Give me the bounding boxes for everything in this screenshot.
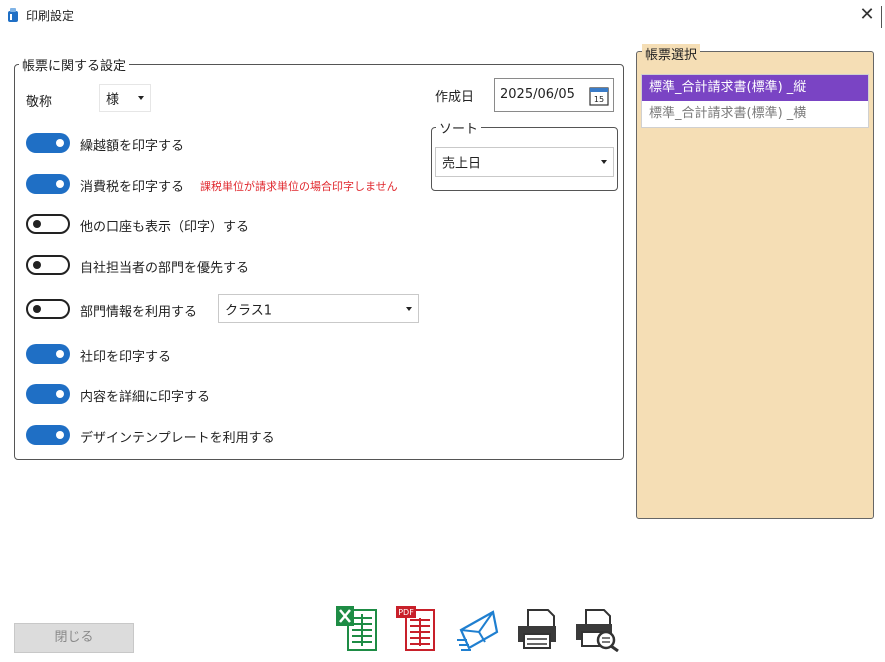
sort-value: 売上日	[442, 156, 482, 172]
chevron-down-icon	[138, 96, 144, 100]
chevron-down-icon	[601, 160, 607, 164]
close-icon[interactable]: ✕	[855, 3, 879, 27]
toggle-carryover[interactable]	[26, 133, 70, 153]
sort-legend: ソート	[436, 118, 482, 137]
created-date-label: 作成日	[435, 90, 475, 105]
excel-export-icon[interactable]	[334, 604, 380, 652]
created-date-value: 2025/06/05	[500, 87, 575, 102]
form-select-legend: 帳票選択	[642, 44, 701, 63]
toggle-design-template-label: デザインテンプレートを利用する	[80, 431, 275, 446]
list-item-label: 標準_合計請求書(標準) _縦	[649, 80, 807, 95]
calendar-day: 15	[594, 95, 604, 104]
chevron-down-icon	[406, 306, 412, 311]
toggle-carryover-label: 繰越額を印字する	[80, 139, 185, 154]
title-bar: 印刷設定 ✕	[0, 0, 885, 30]
app-icon	[8, 8, 18, 22]
toggle-department-info[interactable]	[26, 299, 70, 319]
honorific-label: 敬称	[26, 95, 53, 110]
pdf-export-icon[interactable]: PDF	[394, 604, 440, 652]
toggle-staff-department-label: 自社担当者の部門を優先する	[80, 261, 250, 276]
toggle-consumption-tax-label: 消費税を印字する	[80, 180, 185, 195]
toggle-company-seal[interactable]	[26, 344, 70, 364]
form-settings-legend: 帳票に関する設定	[19, 55, 130, 74]
toggle-detail-print-label: 内容を詳細に印字する	[80, 390, 211, 405]
toggle-company-seal-label: 社印を印字する	[80, 350, 172, 365]
list-item[interactable]: 標準_合計請求書(標準) _縦	[642, 75, 868, 101]
honorific-value: 様	[106, 92, 120, 108]
toggle-design-template[interactable]	[26, 425, 70, 445]
list-item[interactable]: 標準_合計請求書(標準) _横	[642, 101, 868, 127]
list-item-label: 標準_合計請求書(標準) _横	[649, 106, 807, 121]
email-send-icon[interactable]	[455, 604, 501, 652]
toggle-staff-department[interactable]	[26, 255, 70, 275]
window-title: 印刷設定	[26, 9, 75, 23]
toggle-other-accounts[interactable]	[26, 214, 70, 234]
print-icon[interactable]	[514, 604, 560, 652]
created-date-field[interactable]: 2025/06/05 15	[494, 78, 614, 112]
tax-warning-note: 課税単位が請求単位の場合印字しません	[200, 180, 398, 193]
toggle-detail-print[interactable]	[26, 384, 70, 404]
form-list: 標準_合計請求書(標準) _縦 標準_合計請求書(標準) _横	[641, 74, 869, 128]
calendar-icon[interactable]: 15	[589, 86, 609, 106]
toggle-other-accounts-label: 他の口座も表示（印字）する	[80, 220, 250, 235]
department-class-select[interactable]: クラス1	[218, 294, 419, 323]
honorific-select[interactable]: 様	[99, 84, 151, 112]
sort-select[interactable]: 売上日	[435, 147, 614, 177]
close-button[interactable]: 閉じる	[14, 623, 134, 653]
toggle-consumption-tax[interactable]	[26, 174, 70, 194]
pdf-badge: PDF	[398, 608, 414, 617]
print-preview-icon[interactable]	[574, 604, 620, 652]
toggle-department-info-label: 部門情報を利用する	[80, 305, 198, 320]
department-class-value: クラス1	[225, 303, 273, 318]
window-edge	[881, 6, 882, 28]
